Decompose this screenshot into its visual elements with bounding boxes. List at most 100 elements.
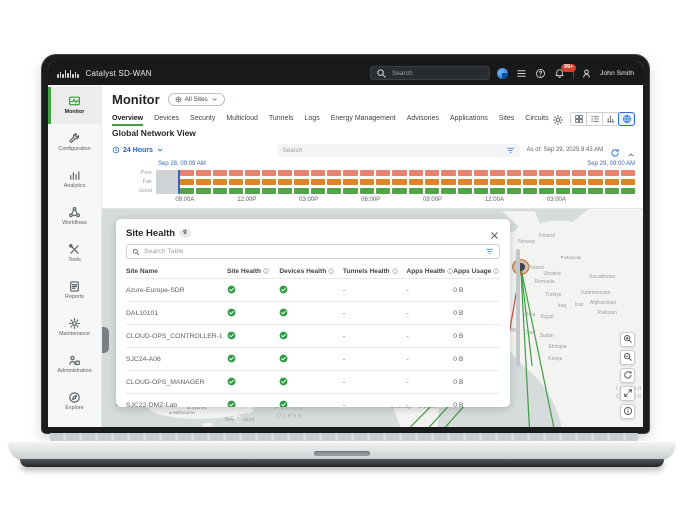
site-health-cell (227, 377, 279, 388)
map-view-button[interactable] (618, 112, 635, 126)
explore-icon (68, 391, 81, 404)
info-button[interactable] (620, 404, 635, 419)
tab-logs[interactable]: Logs (305, 115, 320, 126)
panel-scrollbar[interactable] (516, 249, 520, 367)
sidebar-item-monitor[interactable]: Monitor (48, 87, 101, 124)
tab-applications[interactable]: Applications (450, 115, 488, 126)
sidebar-item-maintenance[interactable]: Maintenance (48, 309, 101, 346)
grid-view-button[interactable] (570, 112, 587, 126)
health-good-icon (227, 331, 236, 340)
tab-overview[interactable]: Overview (112, 115, 143, 126)
table-row[interactable]: CLOUD-OPS_CONTROLLER-1--0 B (126, 324, 500, 347)
column-header-apps-usage[interactable]: Apps Usage (453, 268, 500, 276)
table-row[interactable]: SJC22-DMZ-Lab--0 B (126, 393, 500, 407)
site-health-panel: Site Health 9 Search Table Site NameSite… (116, 219, 510, 407)
sidebar-item-analytics[interactable]: Analytics (48, 161, 101, 198)
column-header-site-health[interactable]: Site Health (227, 268, 279, 276)
sidebar-item-tools[interactable]: Tools (48, 235, 101, 272)
global-search-input[interactable]: Search (370, 66, 490, 80)
devices-health-cell (279, 308, 343, 319)
panel-collapse-handle[interactable] (102, 327, 109, 353)
sdwan-app: Catalyst SD-WAN Search 99+ John Smith (48, 61, 643, 427)
sidebar-item-label: Explore (65, 406, 83, 411)
site-name[interactable]: SJC22-DMZ-Lab (126, 402, 227, 408)
health-good-icon (279, 331, 288, 340)
help-icon[interactable] (535, 67, 547, 79)
table-row[interactable]: CLOUD-OPS_MANAGER--0 B (126, 370, 500, 393)
table-row[interactable]: Azure-Europe-SDR--0 B (126, 278, 500, 301)
zoom-in-button[interactable] (620, 332, 635, 347)
laptop-mockup: Catalyst SD-WAN Search 99+ John Smith (0, 0, 684, 513)
tab-sites[interactable]: Sites (499, 115, 515, 126)
health-good-icon (227, 400, 236, 408)
user-avatar-icon[interactable] (581, 67, 593, 79)
left-nav-sidebar: Monitor ConfigurationAnalytics Workflows To… (48, 85, 102, 427)
collapse-chevron-icon[interactable] (627, 146, 635, 154)
user-name[interactable]: John Smith (600, 70, 634, 77)
map-search-input[interactable]: Search (278, 144, 520, 157)
site-name[interactable]: CLOUD-OPS_MANAGER (126, 379, 227, 386)
apps-health-cell: - (406, 379, 453, 386)
apps-health-cell: - (406, 310, 453, 317)
tab-advisories[interactable]: Advisories (407, 115, 439, 126)
tab-multicloud[interactable]: Multicloud (226, 115, 258, 126)
sidebar-item-label: Monitor (65, 110, 85, 115)
column-header-tunnels-health[interactable]: Tunnels Health (343, 268, 407, 276)
world-map[interactable]: NorwayFinlandPolandUkraineRomaniaKazakhs… (102, 208, 643, 427)
column-header-apps-health[interactable]: Apps Health (406, 268, 453, 276)
chart-view-button[interactable] (602, 112, 619, 126)
reset-view-button[interactable] (620, 368, 635, 383)
zoom-out-button[interactable] (620, 350, 635, 365)
tab-devices[interactable]: Devices (154, 115, 179, 126)
settings-gear-icon[interactable] (552, 113, 564, 125)
notifications-bell-icon[interactable]: 99+ (554, 67, 566, 79)
tab-energy-management[interactable]: Energy Management (331, 115, 396, 126)
apps-health-cell: - (406, 356, 453, 363)
timeline-bars[interactable] (178, 170, 635, 194)
filter-icon (506, 146, 515, 155)
reset-view-icon (623, 367, 633, 385)
task-list-icon[interactable] (516, 67, 528, 79)
table-row[interactable]: SJC24-A06--0 B (126, 347, 500, 370)
column-header-devices-health[interactable]: Devices Health (279, 268, 343, 276)
site-scope-selector[interactable]: All Sites (168, 93, 225, 106)
map-label-melbourne: Melbourne (169, 410, 194, 416)
site-name[interactable]: SJC24-A06 (126, 356, 227, 363)
table-row[interactable]: DAL10101--0 B (126, 301, 500, 324)
sidebar-item-configuration[interactable]: Configuration (48, 124, 101, 161)
map-label-turkmenistan: Turkmenistan (580, 290, 610, 297)
tab-security[interactable]: Security (190, 115, 215, 126)
column-header-site-name[interactable]: Site Name (126, 268, 227, 275)
main-content: Monitor All Sites OverviewDevicesSecurit… (102, 85, 643, 427)
site-name[interactable]: DAL10101 (126, 310, 227, 317)
health-good-icon (279, 377, 288, 386)
apps-usage-cell: 0 B (453, 356, 500, 363)
apps-health-cell: - (406, 402, 453, 408)
sidebar-item-label: Administration (57, 369, 91, 374)
search-icon (376, 67, 388, 79)
table-search-input[interactable]: Search Table (126, 244, 500, 259)
site-name[interactable]: Azure-Europe-SDR (126, 287, 227, 294)
timeline-tick: 09:00P (423, 197, 442, 203)
time-range-selector[interactable]: 24 Hours (112, 146, 164, 154)
health-good-icon (227, 377, 236, 386)
info-icon (493, 268, 499, 276)
whats-new-icon[interactable] (497, 67, 509, 79)
health-good-icon (279, 308, 288, 317)
sidebar-item-explore[interactable]: Explore (48, 383, 101, 420)
zoom-out-icon (623, 349, 633, 367)
expand-button[interactable] (620, 386, 635, 401)
close-icon[interactable] (489, 228, 500, 239)
map-label-norway: Norway (518, 238, 535, 245)
sidebar-item-reports[interactable]: Reports (48, 272, 101, 309)
site-name[interactable]: CLOUD-OPS_CONTROLLER-1 (126, 333, 227, 340)
refresh-icon[interactable] (610, 145, 620, 155)
sidebar-item-workflows[interactable]: Workflows (48, 198, 101, 235)
sidebar-item-label: Workflows (62, 221, 87, 226)
sidebar-item-administration[interactable]: Administration (48, 346, 101, 383)
tunnels-health-cell: - (343, 310, 407, 317)
tab-tunnels[interactable]: Tunnels (269, 115, 294, 126)
apps-usage-cell: 0 B (453, 333, 500, 340)
list-view-button[interactable] (586, 112, 603, 126)
tab-circuits[interactable]: Circuits (525, 115, 548, 126)
